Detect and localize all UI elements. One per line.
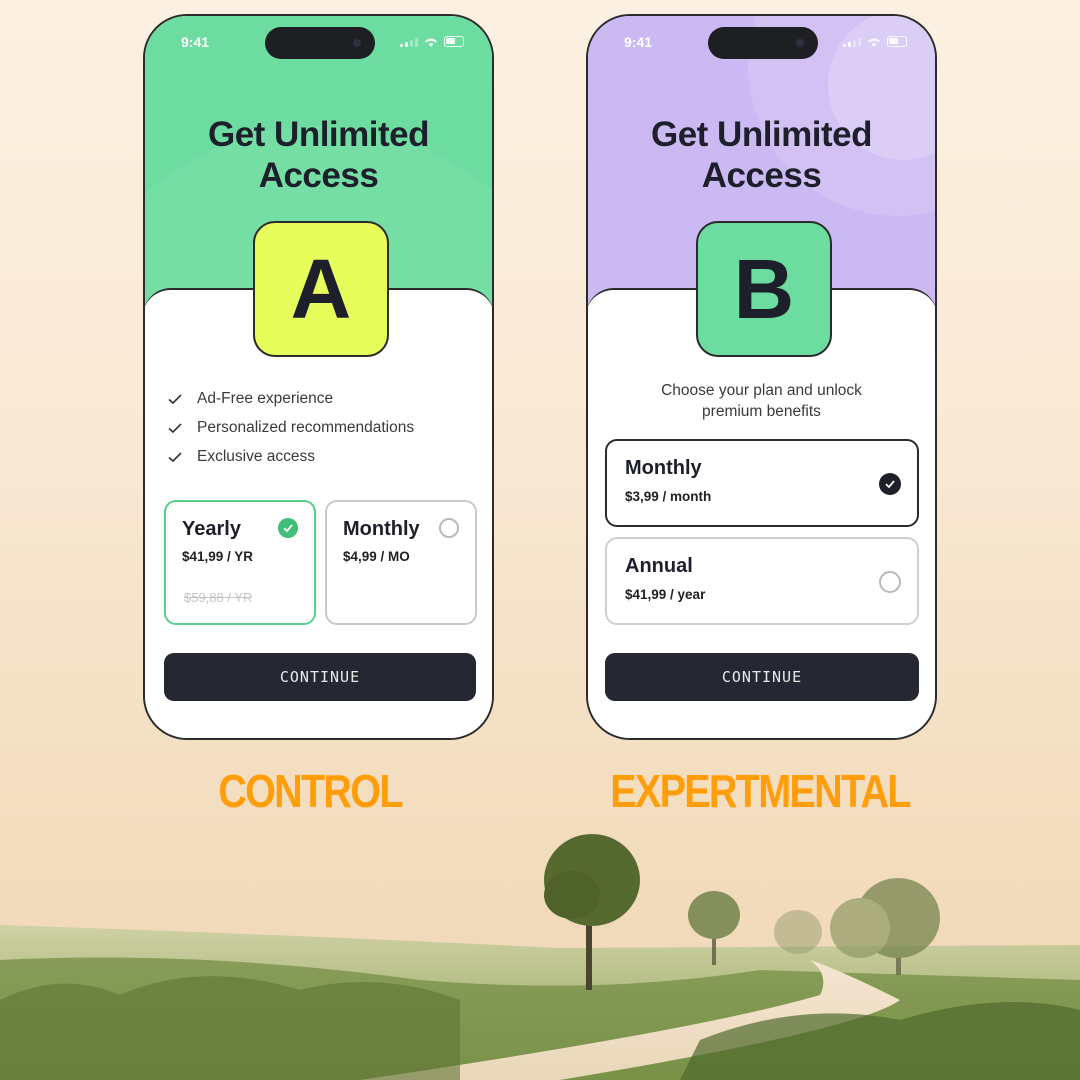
status-bar: 9:41: [588, 16, 935, 68]
phone-mockup-control: 9:41 Get Unlimited Access A Ad-Free expe…: [143, 14, 494, 740]
feature-item: Ad-Free experience: [167, 384, 414, 413]
wifi-icon: [425, 38, 437, 47]
variant-label-experimental: EXPERTMENTAL: [610, 765, 911, 817]
variant-badge: A: [253, 221, 389, 357]
variant-badge: B: [696, 221, 832, 357]
check-icon: [168, 422, 182, 433]
radio-unselected-icon[interactable]: [879, 571, 901, 593]
plan-price: $41,99 / year: [625, 587, 706, 602]
radio-unselected-icon[interactable]: [439, 518, 459, 538]
check-icon: [168, 451, 182, 462]
check-icon: [168, 393, 182, 404]
plan-option-annual[interactable]: Annual $41,99 / year: [605, 537, 919, 625]
signal-icon: [400, 38, 418, 47]
plan-price: $4,99 / MO: [343, 549, 410, 564]
status-time: 9:41: [181, 34, 210, 50]
feature-item: Personalized recommendations: [167, 413, 414, 442]
continue-button[interactable]: CONTINUE: [605, 653, 919, 701]
feature-item: Exclusive access: [167, 442, 414, 471]
status-time: 9:41: [624, 34, 653, 50]
tree-icon: [774, 910, 822, 954]
dynamic-island: [265, 27, 375, 59]
battery-icon: [444, 36, 464, 47]
plan-name: Annual: [625, 555, 693, 577]
wifi-icon: [868, 38, 880, 47]
variant-label-control: CONTROL: [218, 765, 403, 817]
selected-check-icon[interactable]: [278, 518, 298, 538]
plan-card-monthly[interactable]: Monthly $4,99 / MO: [325, 500, 477, 625]
plan-price: $3,99 / month: [625, 489, 712, 504]
continue-button[interactable]: CONTINUE: [164, 653, 476, 701]
dynamic-island: [708, 27, 818, 59]
plan-price: $41,99 / YR: [182, 549, 254, 564]
plan-subtitle: Choose your plan and unlock premium bene…: [661, 382, 862, 420]
page-title: Get Unlimited Access: [207, 115, 430, 195]
page-title: Get Unlimited Access: [650, 115, 873, 195]
plan-option-monthly[interactable]: Monthly $3,99 / month: [605, 439, 919, 527]
status-bar: 9:41: [145, 16, 492, 68]
battery-icon: [887, 36, 907, 47]
feature-list: Ad-Free experience Personalized recommen…: [167, 384, 414, 471]
phone-mockup-experimental: 9:41 Get Unlimited Access B Choose your …: [586, 14, 937, 740]
plan-card-yearly[interactable]: Yearly $41,99 / YR $59,88 / YR: [164, 500, 316, 625]
plan-old-price: $59,88 / YR: [184, 590, 253, 605]
selected-check-icon[interactable]: [879, 473, 901, 495]
plan-name: Monthly: [625, 457, 702, 479]
signal-icon: [843, 38, 861, 47]
